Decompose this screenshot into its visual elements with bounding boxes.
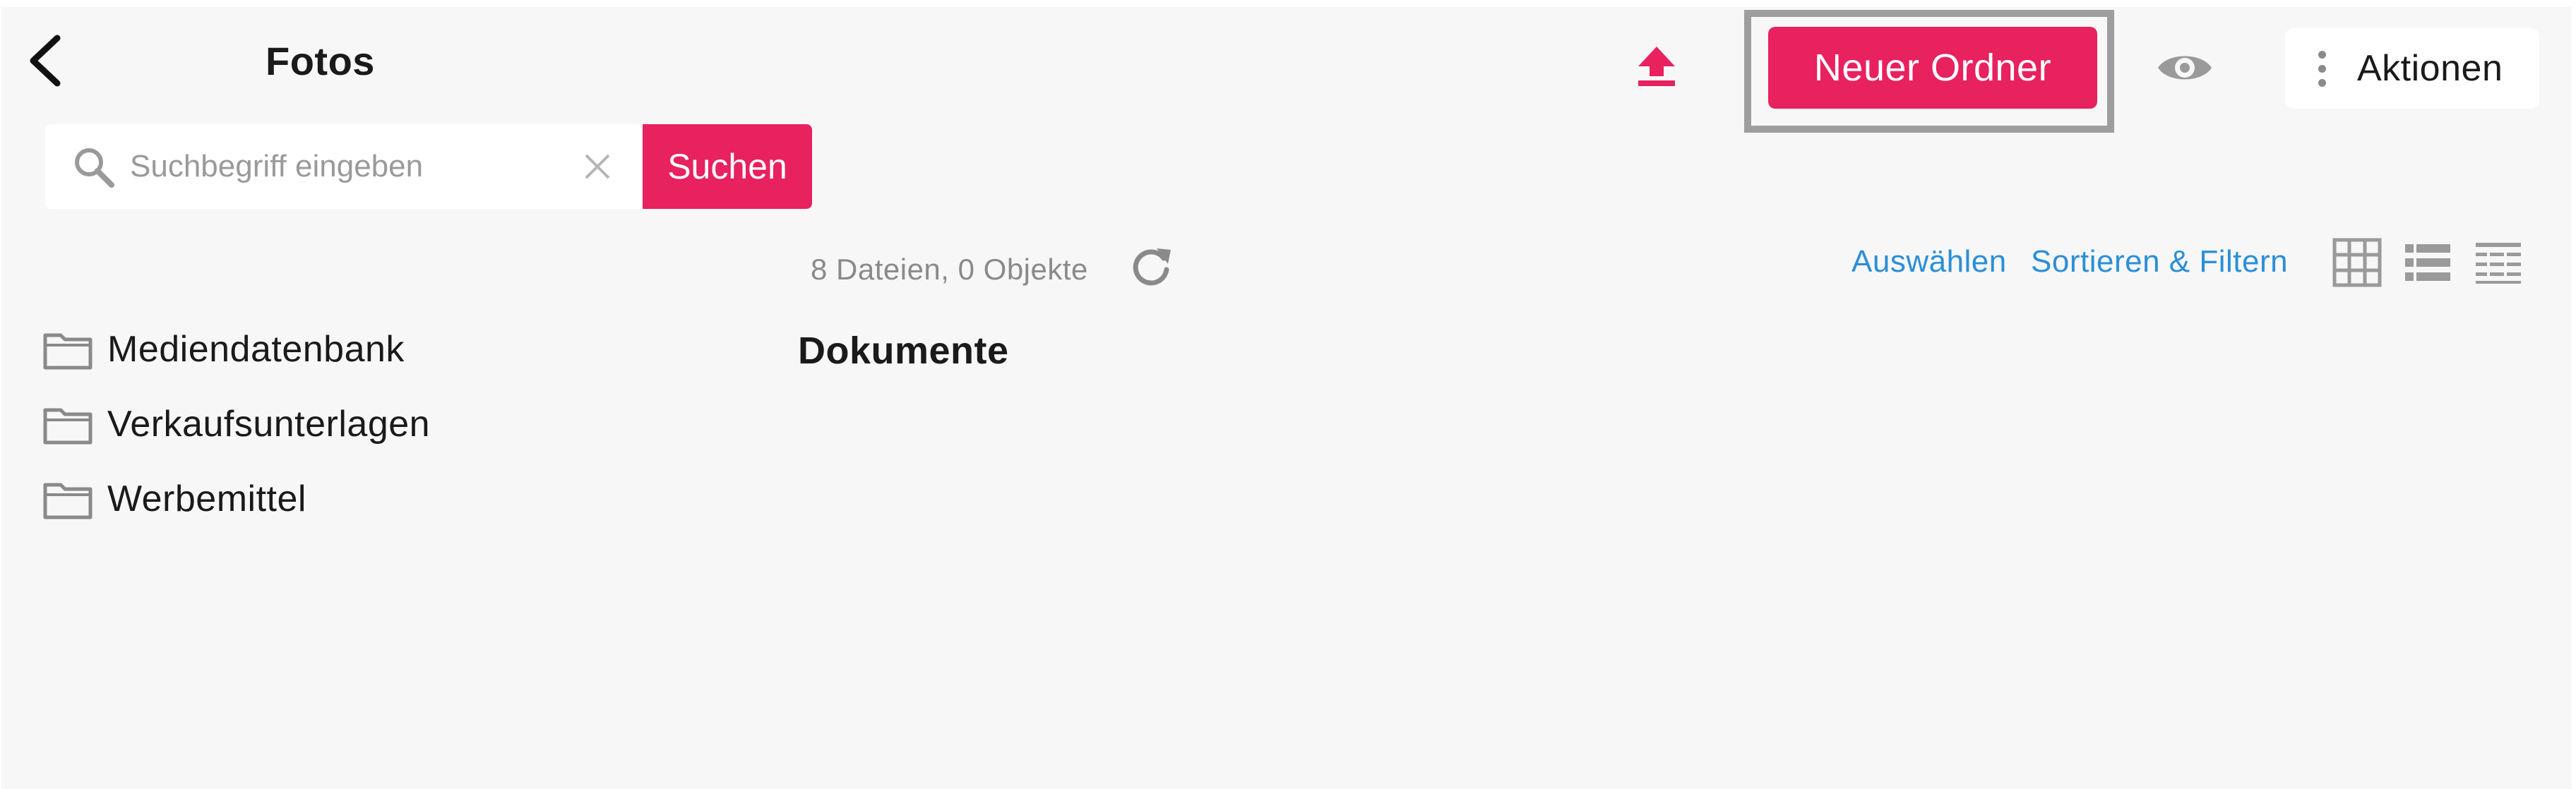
upload-button[interactable] xyxy=(1630,40,1683,93)
folder-list: Mediendatenbank Verkaufsunterlagen Werbe… xyxy=(42,312,430,536)
folder-label: Verkaufsunterlagen xyxy=(107,404,431,445)
actions-label: Aktionen xyxy=(2357,48,2503,89)
search-box xyxy=(45,124,643,209)
grid-view-icon[interactable] xyxy=(2332,237,2383,288)
table-view-icon[interactable] xyxy=(2473,237,2524,288)
visibility-toggle-button[interactable] xyxy=(2151,41,2219,95)
folder-label: Werbemittel xyxy=(107,478,306,519)
more-vertical-icon xyxy=(2315,50,2329,87)
actions-button[interactable]: Aktionen xyxy=(2285,28,2539,109)
folder-icon xyxy=(43,333,93,370)
search-button[interactable]: Suchen xyxy=(643,124,812,209)
eye-icon xyxy=(2158,56,2212,80)
folder-item-werbemittel[interactable]: Werbemittel xyxy=(42,462,430,536)
refresh-icon[interactable] xyxy=(1128,243,1174,288)
chevron-left-icon xyxy=(30,35,61,87)
select-link[interactable]: Auswählen xyxy=(1852,244,2007,279)
folder-item-verkaufsunterlagen[interactable]: Verkaufsunterlagen xyxy=(42,387,430,462)
new-folder-button[interactable]: Neuer Ordner xyxy=(1768,27,2097,109)
page-title: Fotos xyxy=(266,39,375,83)
file-count: 8 Dateien, 0 Objekte xyxy=(811,253,1088,286)
list-view-icon[interactable] xyxy=(2402,237,2453,288)
app-frame: Fotos Neuer Ordner Aktionen Suchen xyxy=(0,0,2576,789)
section-title: Dokumente xyxy=(798,330,1009,372)
upload-icon xyxy=(1638,47,1675,86)
sort-filter-link[interactable]: Sortieren & Filtern xyxy=(2031,244,2288,279)
folder-icon xyxy=(43,408,93,445)
folder-item-mediendatenbank[interactable]: Mediendatenbank xyxy=(42,312,430,387)
clear-icon[interactable] xyxy=(582,151,613,182)
folder-icon xyxy=(43,483,93,519)
back-button[interactable] xyxy=(20,31,69,90)
search-icon xyxy=(75,148,114,188)
search-input[interactable] xyxy=(130,149,554,184)
folder-label: Mediendatenbank xyxy=(107,329,405,370)
